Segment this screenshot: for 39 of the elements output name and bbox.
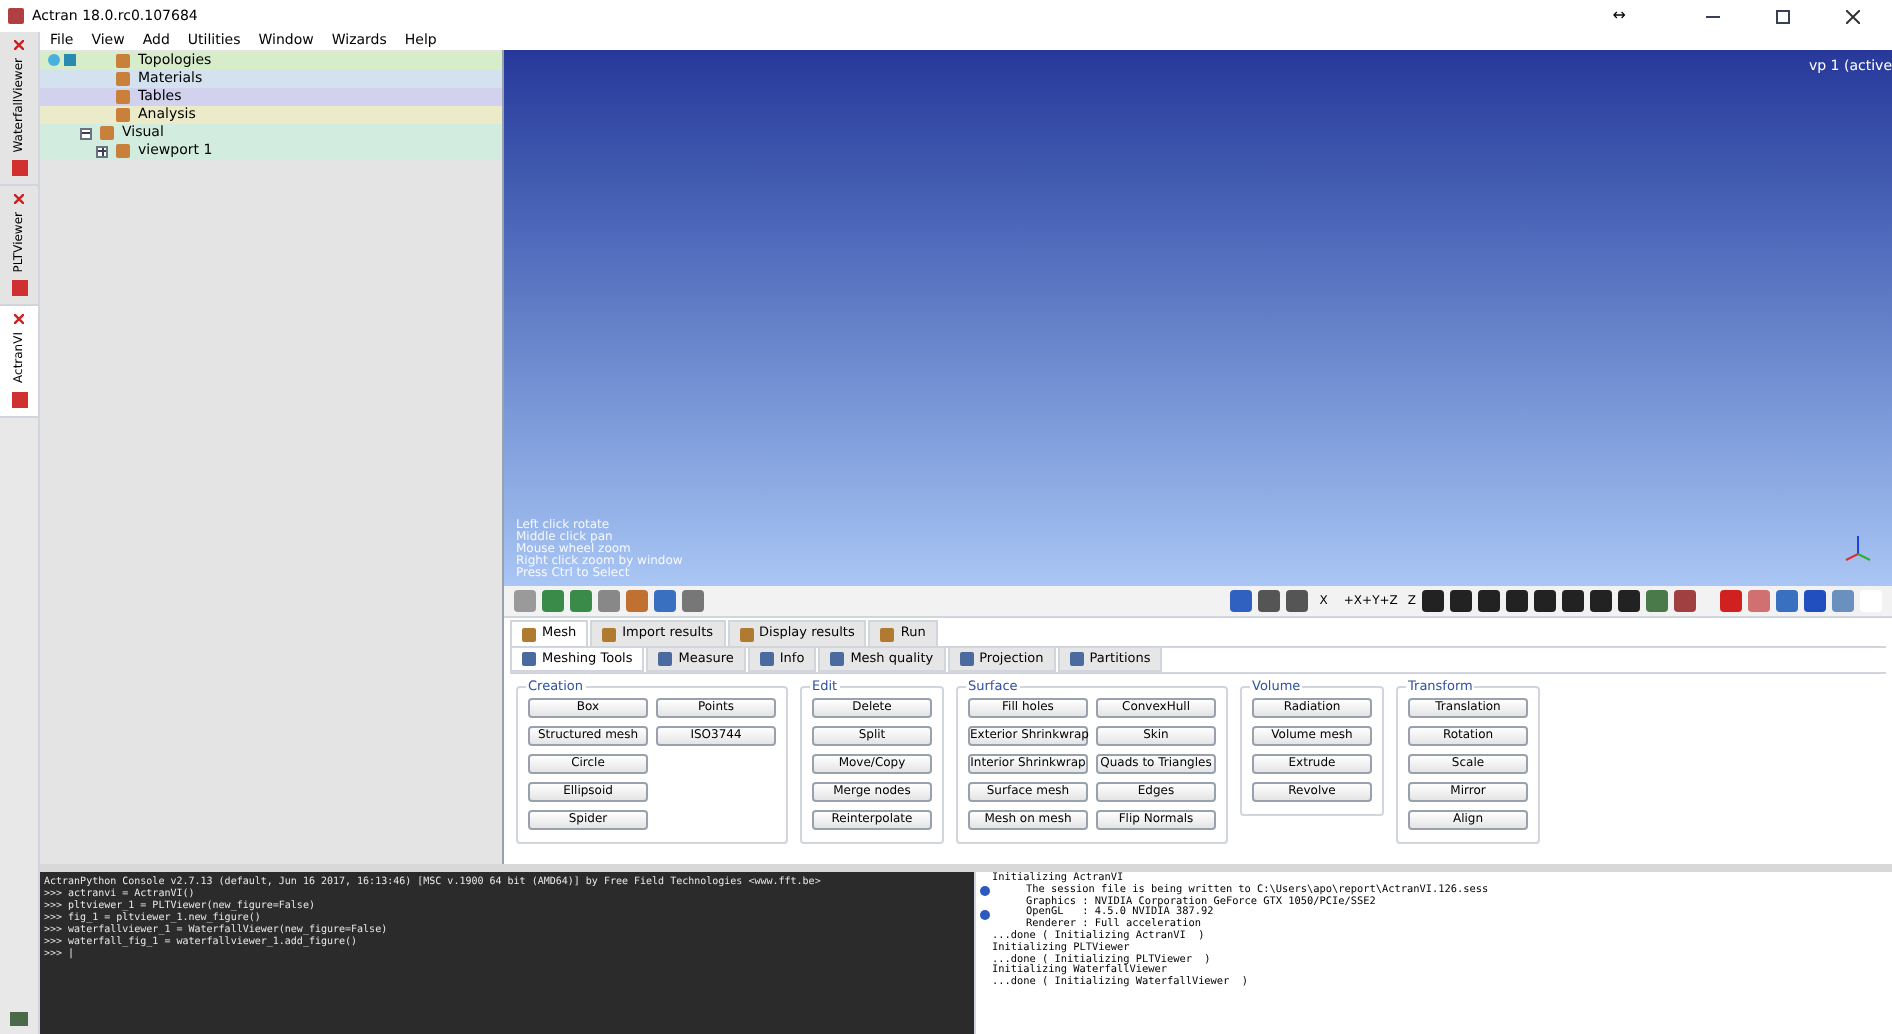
minimize-icon[interactable]: [1706, 15, 1720, 17]
tool-icon[interactable]: [626, 590, 648, 612]
node-icon: [116, 54, 130, 68]
tool-icon[interactable]: [682, 590, 704, 612]
tab-icon: [959, 652, 974, 666]
node-icon: [116, 90, 130, 104]
node-icon: [116, 108, 130, 122]
tab-icon: [658, 652, 673, 666]
tool-icon[interactable]: [654, 590, 676, 612]
collapse-icon[interactable]: [80, 127, 92, 139]
viewer-icon: [11, 280, 27, 297]
display-icon[interactable]: [1720, 590, 1742, 612]
maximize-icon[interactable]: [1776, 9, 1790, 23]
viewer-icon: [11, 160, 27, 177]
node-icon: [116, 72, 130, 86]
app-icon: [8, 8, 24, 24]
tool-icon[interactable]: [542, 590, 564, 612]
display-icon[interactable]: [1804, 590, 1826, 612]
tab-icon: [1069, 652, 1084, 666]
node-icon: [116, 144, 130, 158]
close-icon[interactable]: [14, 314, 24, 325]
close-icon[interactable]: [1846, 9, 1860, 23]
viewer-icon: [11, 391, 27, 408]
node-icon: [100, 126, 114, 140]
expand-icon[interactable]: [96, 145, 108, 157]
resize-icon[interactable]: ↔: [1612, 4, 1626, 28]
view-tool-icon[interactable]: [1229, 590, 1252, 612]
view-tool-icon[interactable]: [1257, 590, 1280, 612]
tab-icon: [602, 627, 617, 641]
view-tool-icon[interactable]: [1285, 590, 1308, 612]
display-icon[interactable]: [1832, 590, 1854, 612]
display-icon[interactable]: [1748, 590, 1770, 612]
tab-icon: [880, 627, 895, 641]
axis-triad-icon: [1844, 534, 1872, 566]
display-icon[interactable]: [1776, 590, 1798, 612]
tool-icon[interactable]: [570, 590, 592, 612]
python-console[interactable]: [40, 872, 974, 1034]
tool-icon[interactable]: [598, 590, 620, 612]
tab-icon: [830, 652, 845, 666]
